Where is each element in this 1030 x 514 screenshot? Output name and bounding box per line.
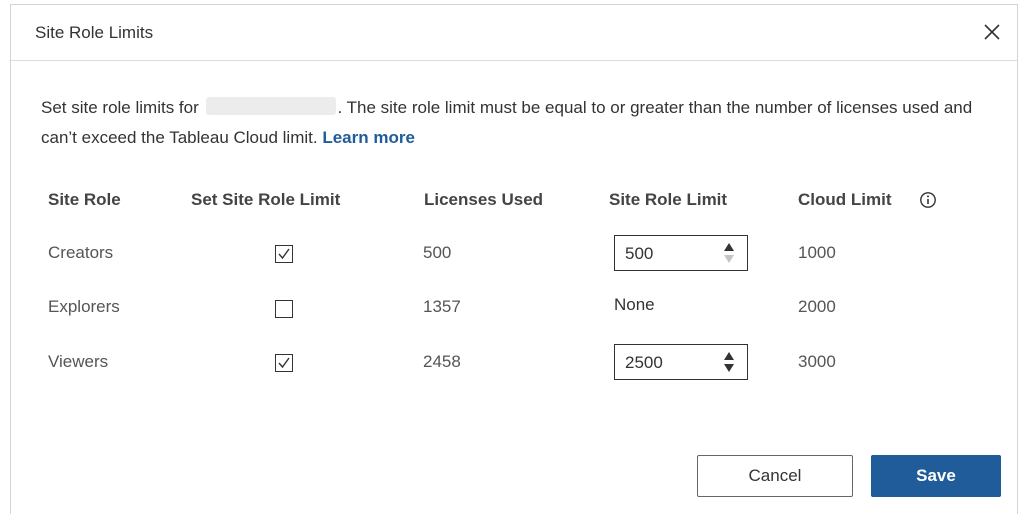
row-site-role-limit: None bbox=[614, 295, 655, 314]
row-role: Viewers bbox=[48, 352, 109, 371]
cancel-button[interactable]: Cancel bbox=[697, 455, 853, 497]
close-button[interactable] bbox=[977, 17, 1007, 47]
set-limit-checkbox-creators[interactable] bbox=[275, 245, 293, 263]
row-licenses-used: 1357 bbox=[423, 297, 461, 316]
up-down-arrows-icon[interactable] bbox=[723, 351, 735, 373]
row-licenses-used: 2458 bbox=[423, 352, 461, 371]
checkmark-icon bbox=[278, 357, 290, 369]
header-set-site-role-limit: Set Site Role Limit bbox=[191, 190, 341, 209]
site-role-limits-dialog: Site Role Limits Set site role limits fo… bbox=[10, 4, 1018, 514]
redacted-site-name bbox=[205, 97, 336, 115]
up-down-arrows-icon[interactable] bbox=[723, 242, 735, 264]
row-cloud-limit: 3000 bbox=[798, 352, 836, 371]
site-role-limit-stepper-viewers[interactable]: 2500 bbox=[614, 344, 748, 380]
stepper-value: 2500 bbox=[625, 353, 663, 372]
site-role-limit-stepper-creators[interactable]: 500 bbox=[614, 235, 748, 271]
info-icon[interactable] bbox=[919, 191, 937, 209]
set-limit-checkbox-viewers[interactable] bbox=[275, 354, 293, 372]
close-icon bbox=[984, 24, 1000, 40]
row-cloud-limit: 2000 bbox=[798, 297, 836, 316]
row-cloud-limit: 1000 bbox=[798, 243, 836, 262]
save-button[interactable]: Save bbox=[871, 455, 1001, 497]
row-role: Creators bbox=[48, 243, 114, 262]
header-licenses-used: Licenses Used bbox=[424, 190, 544, 209]
header-site-role: Site Role bbox=[48, 190, 121, 209]
description-prefix: Set site role limits for bbox=[41, 98, 199, 117]
checkmark-icon bbox=[278, 248, 290, 260]
learn-more-link[interactable]: Learn more bbox=[322, 128, 415, 147]
set-limit-checkbox-explorers[interactable] bbox=[275, 300, 293, 318]
header-site-role-limit: Site Role Limit bbox=[609, 190, 728, 209]
row-licenses-used: 500 bbox=[423, 243, 452, 262]
dialog-title: Site Role Limits bbox=[35, 23, 154, 42]
row-role: Explorers bbox=[48, 297, 120, 316]
stepper-value: 500 bbox=[625, 244, 654, 263]
header-cloud-limit: Cloud Limit bbox=[798, 190, 892, 209]
dialog-description: Set site role limits for . The site role… bbox=[41, 93, 1001, 153]
dialog-header: Site Role Limits bbox=[11, 5, 1017, 61]
